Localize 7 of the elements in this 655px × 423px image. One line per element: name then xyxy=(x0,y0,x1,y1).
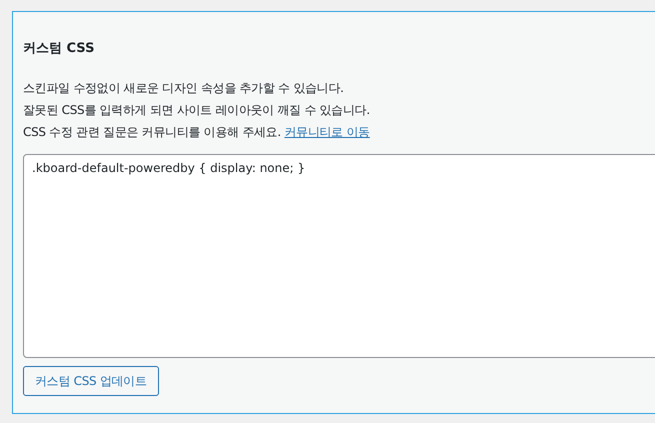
description-text: 잘못된 CSS를 입력하게 되면 사이트 레이아웃이 깨질 수 있습니다. xyxy=(23,102,371,119)
update-button[interactable]: 커스텀 CSS 업데이트 xyxy=(23,366,159,396)
community-link[interactable]: 커뮤니티로 이동 xyxy=(284,125,370,139)
css-editor-field[interactable]: .kboard-default-poweredby { display: none; } xyxy=(23,154,655,358)
section-title: 커스텀 CSS xyxy=(23,40,96,58)
description-text: CSS 수정 관련 질문은 커뮤니티를 이용해 주세요. 커뮤니티로 이동 xyxy=(23,124,371,141)
description-text: 스킨파일 수정없이 새로운 디자인 속성을 추가할 수 있습니다. xyxy=(23,80,345,97)
